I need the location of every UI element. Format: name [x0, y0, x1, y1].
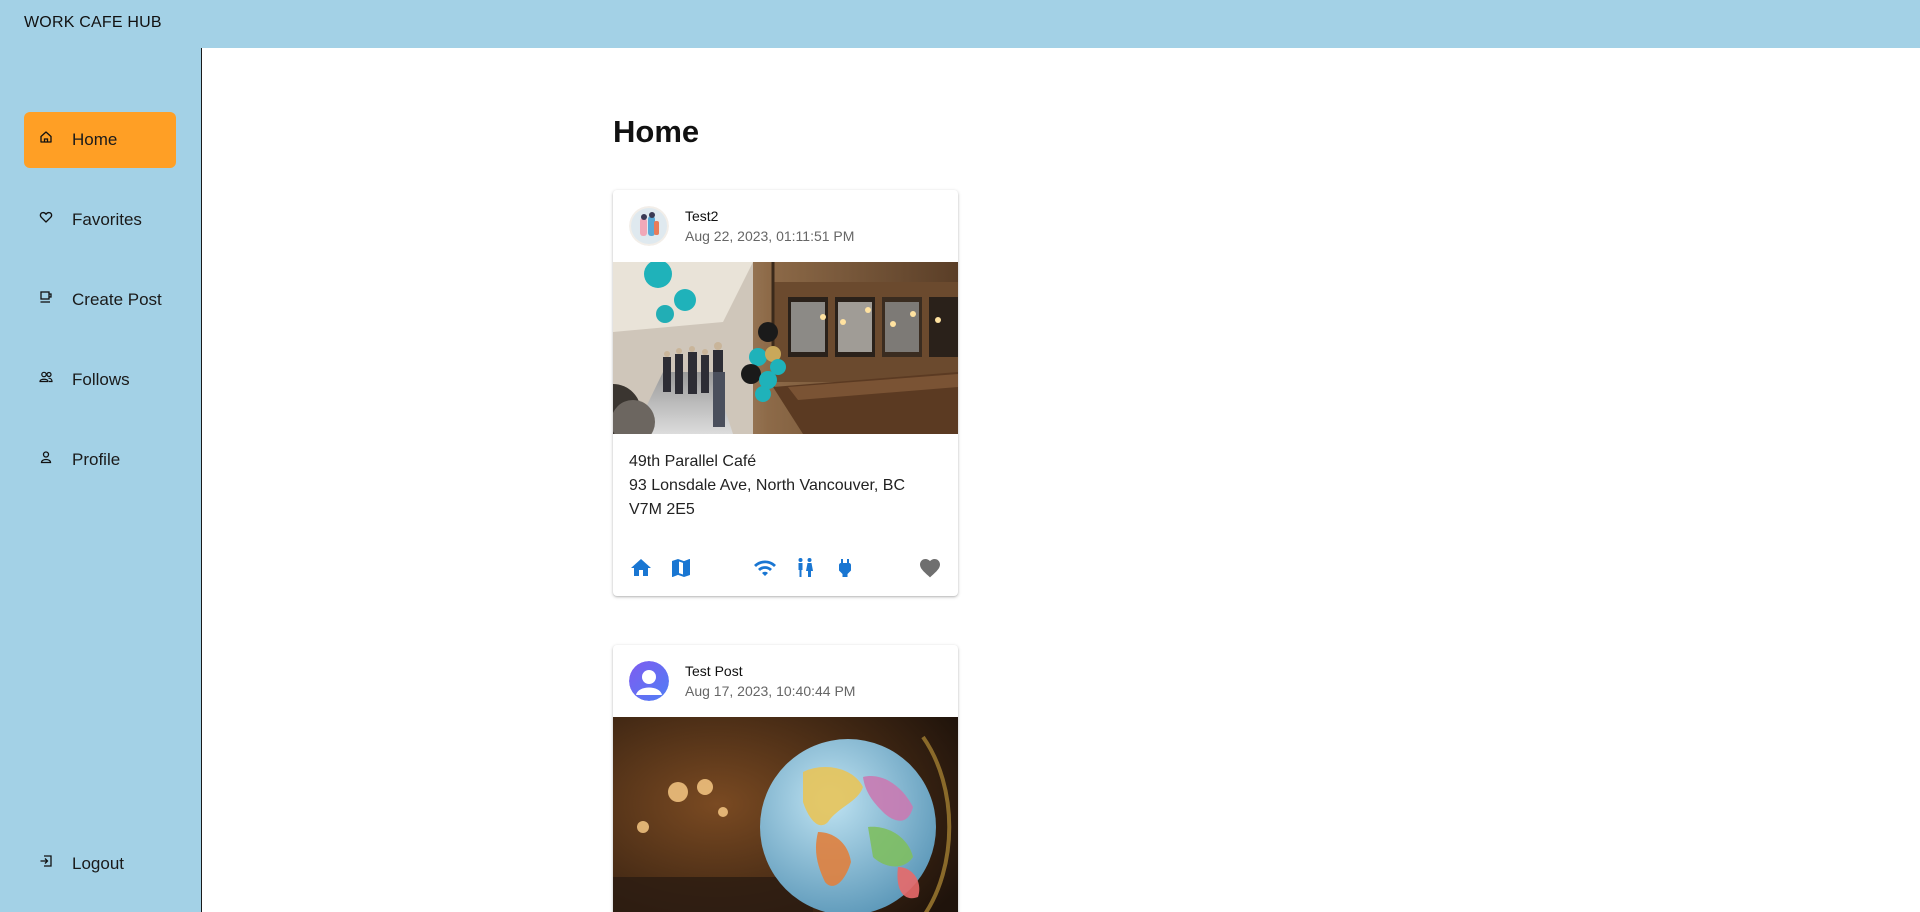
- post-timestamp: Aug 22, 2023, 01:11:51 PM: [685, 228, 855, 244]
- home-icon[interactable]: [629, 556, 653, 580]
- favorite-heart-icon[interactable]: [918, 556, 942, 580]
- cafe-interior-photo: [613, 262, 958, 434]
- sidebar-item-label: Favorites: [72, 210, 142, 229]
- globe-photo: [613, 717, 958, 912]
- post-actions: [613, 546, 958, 596]
- post-timestamp: Aug 17, 2023, 10:40:44 PM: [685, 683, 856, 699]
- home-icon: [40, 131, 52, 143]
- wifi-icon[interactable]: [753, 556, 777, 580]
- sidebar-item-label: Home: [72, 130, 118, 149]
- logout-icon: [40, 855, 52, 867]
- post-card[interactable]: Test2 Aug 22, 2023, 01:11:51 PM 49th Par…: [613, 190, 958, 596]
- top-app-bar: WORK CAFE HUB: [0, 0, 1920, 48]
- post-body: 49th Parallel Café 93 Lonsdale Ave, Nort…: [613, 434, 958, 546]
- post-card[interactable]: Test Post Aug 17, 2023, 10:40:44 PM: [613, 645, 958, 912]
- cafe-address: 93 Lonsdale Ave, North Vancouver, BC V7M…: [629, 477, 906, 518]
- sidebar-item-follows[interactable]: Follows: [24, 352, 176, 408]
- outlet-icon[interactable]: [833, 556, 857, 580]
- post-header: Test Post Aug 17, 2023, 10:40:44 PM: [613, 645, 958, 717]
- map-icon[interactable]: [669, 556, 693, 580]
- post-username[interactable]: Test Post: [685, 663, 743, 679]
- sidebar-item-home[interactable]: Home: [24, 112, 176, 168]
- post-header: Test2 Aug 22, 2023, 01:11:51 PM: [613, 190, 958, 262]
- app-title: WORK CAFE HUB: [24, 14, 162, 31]
- logout-label: Logout: [72, 854, 124, 873]
- post-username[interactable]: Test2: [685, 208, 718, 224]
- sidebar-item-label: Follows: [72, 370, 130, 389]
- sidebar: Home Favorites Create Post Follows Profi…: [0, 48, 202, 912]
- restroom-icon[interactable]: [793, 556, 817, 580]
- main-content: Home Test2 Aug 22, 2023, 01:11:51 PM 49t…: [202, 48, 1920, 912]
- sidebar-item-create-post[interactable]: Create Post: [24, 272, 176, 328]
- sidebar-item-favorites[interactable]: Favorites: [24, 192, 176, 248]
- heart-icon: [39, 211, 53, 223]
- avatar[interactable]: [629, 206, 669, 246]
- person-icon: [40, 451, 52, 464]
- people-icon: [39, 371, 53, 383]
- create-post-icon: [40, 291, 52, 303]
- sidebar-item-label: Profile: [72, 450, 121, 469]
- sidebar-item-label: Create Post: [72, 290, 162, 309]
- logout-button[interactable]: Logout: [24, 836, 176, 892]
- avatar[interactable]: [629, 661, 669, 701]
- sidebar-item-profile[interactable]: Profile: [24, 432, 176, 488]
- page-title: Home: [613, 114, 700, 149]
- cafe-name: 49th Parallel Café: [629, 453, 757, 470]
